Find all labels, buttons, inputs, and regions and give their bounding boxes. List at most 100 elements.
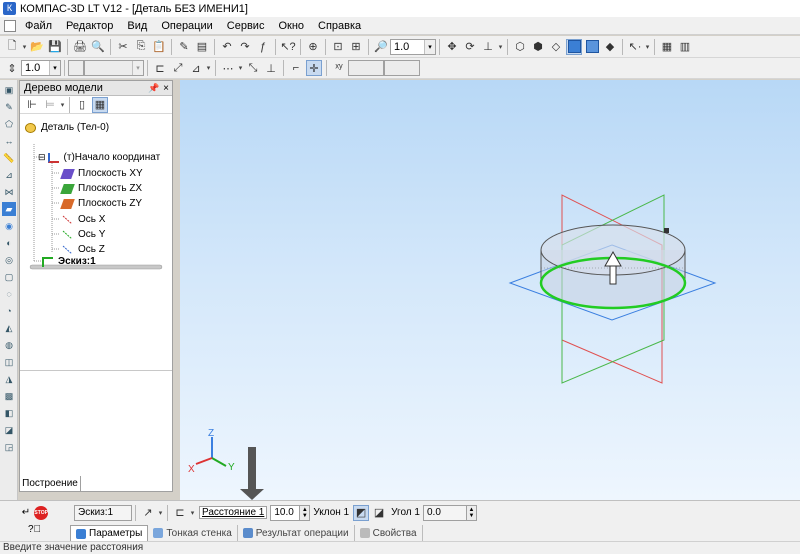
array-icon[interactable]: ▩ [2, 389, 16, 403]
slope-toggle-icon[interactable]: ◩ [353, 504, 370, 521]
local-cs-icon[interactable]: ⤡ [245, 60, 261, 76]
rib-icon[interactable]: ◮ [2, 372, 16, 386]
filter-icon[interactable]: ↖· [627, 39, 643, 55]
menu-edit[interactable]: Редактор [59, 20, 120, 32]
kinematic-icon[interactable]: ◐ [2, 236, 16, 250]
tree-item-plane-zx[interactable]: Плоскость ZX [60, 181, 142, 196]
paste-icon[interactable]: 📋 [151, 39, 167, 55]
orientation-dropdown-icon[interactable]: ▾ [497, 39, 504, 55]
shaded-edges-icon[interactable] [584, 39, 600, 55]
tab-properties[interactable]: Свойства [355, 525, 423, 541]
plane-dropdown-icon[interactable]: ▾ [205, 60, 212, 76]
undo-icon[interactable]: ↶ [219, 39, 235, 55]
x-coord-field[interactable] [348, 60, 384, 76]
style-combo[interactable]: ▾ [84, 60, 144, 76]
tree-item-part[interactable]: Деталь (Тел-0) [25, 120, 109, 135]
menu-operations[interactable]: Операции [154, 20, 219, 32]
library-icon[interactable]: ▤ [194, 39, 210, 55]
extrude-icon[interactable]: ▰ [2, 202, 16, 216]
y-coord-field[interactable] [384, 60, 420, 76]
ortho-icon[interactable]: ⌐ [288, 60, 304, 76]
pin-icon[interactable]: 📌 [148, 83, 159, 94]
fillet-icon[interactable]: ◔ [2, 304, 16, 318]
tree-relations-icon[interactable]: ▦ [92, 96, 108, 113]
tab-construction[interactable]: Построение [19, 476, 81, 492]
help-icon[interactable]: ?⃞ [28, 524, 41, 535]
slope-direction-icon[interactable]: ◪ [371, 505, 387, 521]
zoom-all-icon[interactable]: ⊞ [348, 39, 364, 55]
cursor-step-icon[interactable]: ⇕ [4, 60, 20, 76]
grid-icon[interactable]: ⋯ [220, 60, 236, 76]
tree-item-plane-zy[interactable]: Плоскость ZY [60, 196, 142, 211]
filter-objects-icon[interactable]: ⊿ [2, 168, 16, 182]
wireframe-icon[interactable]: ⬡ [512, 39, 528, 55]
hole-icon[interactable]: ◍ [2, 338, 16, 352]
tree-window-icon[interactable]: ▯ [74, 97, 90, 113]
tree-toggle-icon[interactable]: ▥ [677, 39, 693, 55]
snap-icon[interactable]: ✛ [306, 60, 322, 76]
tree-item-axis-x[interactable]: Ось X [62, 212, 105, 227]
zoom-scale-combo[interactable]: 1.0 ▾ [390, 38, 436, 55]
cut-extrude-icon[interactable]: ▢ [2, 270, 16, 284]
menu-file[interactable]: Файл [18, 20, 59, 32]
collapse-icon[interactable]: ⊟ [38, 152, 46, 163]
tree-item-plane-xy[interactable]: Плоскость XY [60, 166, 143, 181]
angle-input[interactable]: 0.0 [422, 504, 467, 521]
dimensions-icon[interactable]: ↔ [2, 134, 16, 148]
stop-icon[interactable]: STOP [34, 505, 49, 520]
auxiliary-geometry-icon[interactable]: ⬠ [2, 117, 16, 131]
rotate-icon[interactable]: ⟳ [462, 39, 478, 55]
spec-icon[interactable]: ⋈ [2, 185, 16, 199]
help-pointer-icon[interactable]: ↖? [280, 39, 296, 55]
variables-icon[interactable]: ƒ [255, 39, 271, 55]
thread-icon[interactable]: ◲ [2, 440, 16, 454]
distance-input[interactable]: 10.0 [270, 504, 301, 521]
menu-window[interactable]: Окно [271, 20, 311, 32]
hidden-thin-icon[interactable]: ◇ [548, 39, 564, 55]
3d-viewport[interactable]: Z Y X [180, 80, 800, 500]
grid-dropdown-icon[interactable]: ▾ [237, 60, 244, 76]
zoom-scale-icon[interactable]: 🔎 [373, 39, 389, 55]
print-icon[interactable]: 🖨 [72, 39, 88, 55]
sketch-tools-icon[interactable]: ✎ [2, 100, 16, 114]
menu-help[interactable]: Справка [311, 20, 368, 32]
create-object-icon[interactable]: ↵ [22, 507, 30, 518]
pan-icon[interactable]: ✥ [444, 39, 460, 55]
perspective-icon[interactable]: ◆ [602, 39, 618, 55]
measure-icon[interactable]: 📏 [2, 151, 16, 165]
document-menu-icon[interactable] [4, 19, 16, 32]
tree-item-origin[interactable]: ⊟ (т)Начало координат [38, 150, 160, 165]
save-icon[interactable]: 💾 [47, 39, 63, 55]
drag-handle[interactable] [664, 228, 669, 233]
tree-item-axis-y[interactable]: Ось Y [62, 227, 105, 242]
hidden-lines-icon[interactable]: ⬢ [530, 39, 546, 55]
tab-parameters[interactable]: Параметры [70, 525, 149, 541]
cut-rotate-icon[interactable]: ◌ [2, 287, 16, 301]
layer-combo[interactable] [68, 60, 84, 76]
manager-icon[interactable]: ▦ [659, 39, 675, 55]
extrude-type-dropdown-icon[interactable]: ▾ [189, 505, 196, 521]
shell-icon[interactable]: ◫ [2, 355, 16, 369]
tree-order-icon[interactable]: ⊨ [42, 97, 58, 113]
orientation-plane-icon[interactable]: ⊿ [188, 60, 204, 76]
close-icon[interactable]: × [163, 83, 169, 94]
edit-details-icon[interactable]: ▣ [2, 83, 16, 97]
zoom-window-icon[interactable]: ⊡ [330, 39, 346, 55]
tab-operation-result[interactable]: Результат операции [238, 525, 355, 541]
sketch-mode-icon[interactable]: ⊏ [152, 60, 168, 76]
coord-axes-icon[interactable]: ⊥ [263, 60, 279, 76]
orientation-icon[interactable]: ⊥ [480, 39, 496, 55]
section-icon[interactable]: ◪ [2, 423, 16, 437]
direction-icon[interactable]: ↗ [140, 505, 156, 521]
copy-icon[interactable]: ⎘ [133, 39, 149, 55]
xy-coords-icon[interactable]: ˣʸ [331, 60, 347, 76]
parametric-icon[interactable]: ⤢ [170, 60, 186, 76]
tree-order-dropdown-icon[interactable]: ▾ [59, 97, 66, 113]
cut-icon[interactable]: ✂ [115, 39, 131, 55]
mirror-icon[interactable]: ◧ [2, 406, 16, 420]
cursor-step-combo[interactable]: 1.0 ▾ [21, 60, 61, 76]
loft-icon[interactable]: ◎ [2, 253, 16, 267]
new-document-icon[interactable]: 🗋 [4, 39, 20, 55]
new-dropdown-icon[interactable]: ▾ [21, 39, 28, 55]
sketch-field[interactable]: Эскиз:1 [74, 504, 132, 521]
